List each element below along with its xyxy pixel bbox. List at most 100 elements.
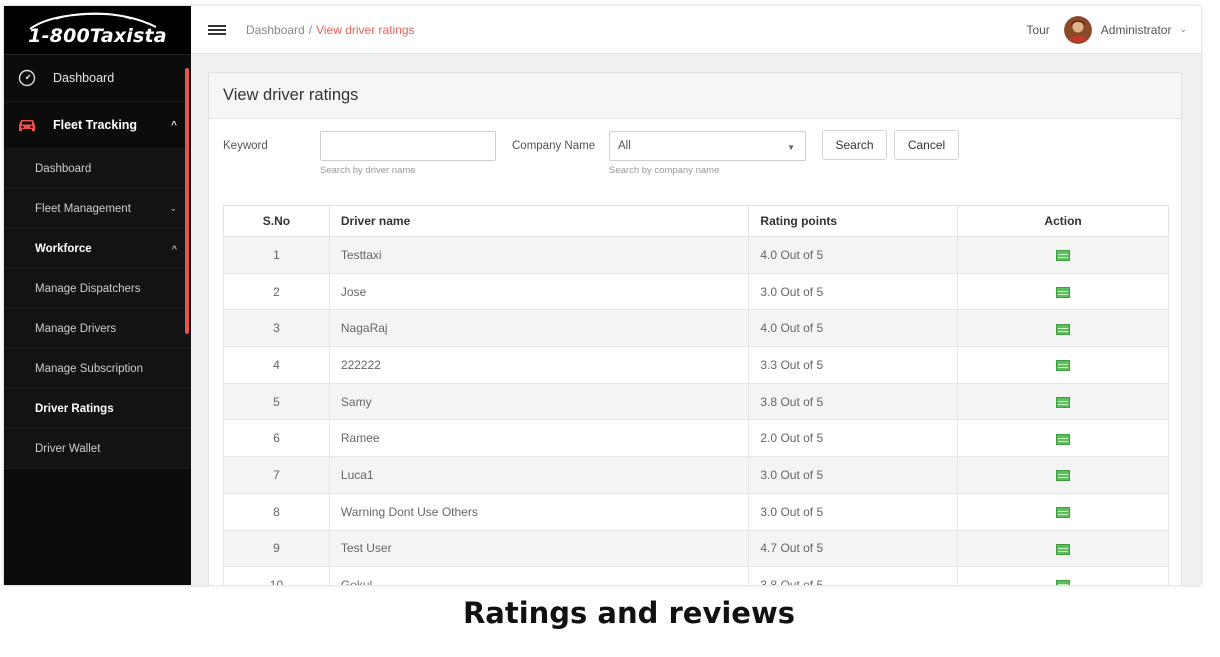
chevron-up-icon: ^ [171, 119, 177, 131]
cell-sno: 6 [223, 419, 330, 458]
keyword-label: Keyword [223, 140, 268, 152]
cell-driver-name: Warning Dont Use Others [328, 492, 750, 531]
cell-driver-name: Testtaxi [328, 236, 750, 274]
cell-rating: 3.3 Out of 5 [748, 346, 959, 384]
sidebar-subitem-label: Driver Wallet [35, 442, 101, 455]
sidebar-item-fleet-tracking[interactable]: Fleet Tracking ^ [4, 102, 191, 149]
sidebar-subitem-label: Fleet Management [35, 202, 131, 215]
cell-sno: 8 [223, 492, 330, 531]
cell-driver-name: Luca1 [328, 456, 750, 494]
cell-driver-name: NagaRaj [328, 309, 750, 348]
sidebar-scrollbar[interactable] [185, 68, 189, 334]
tour-link[interactable]: Tour [1026, 23, 1049, 37]
cell-driver-name: Test User [328, 529, 750, 568]
view-details-icon[interactable] [1056, 506, 1071, 518]
view-details-icon[interactable] [1056, 250, 1071, 262]
company-name-select[interactable]: All ▼ [609, 131, 806, 161]
keyword-help-text: Search by driver name [320, 165, 416, 176]
ratings-panel: View driver ratings Keyword Search by dr… [208, 72, 1182, 585]
cell-rating: 3.0 Out of 5 [748, 492, 959, 531]
search-button[interactable]: Search [822, 130, 887, 160]
brand-logo[interactable]: 1-800Taxista [4, 6, 191, 55]
view-details-icon[interactable] [1056, 580, 1071, 585]
company-selected-value: All [618, 140, 631, 152]
user-name[interactable]: Administrator [1101, 23, 1172, 37]
app-window: 1-800Taxista Dashboard Fleet Tracking ^ … [4, 6, 1201, 585]
table-row: 4 222222 3.3 Out of 5 [223, 346, 1169, 384]
sidebar-subitem-driver-ratings[interactable]: Driver Ratings [4, 389, 191, 429]
table-row: 7 Luca1 3.0 Out of 5 [223, 456, 1169, 494]
chevron-down-icon: ⌄ [169, 203, 177, 213]
table-row: 9 Test User 4.7 Out of 5 [223, 529, 1169, 568]
avatar[interactable] [1063, 15, 1092, 44]
sidebar-item-dashboard[interactable]: Dashboard [4, 55, 191, 102]
cell-rating: 2.0 Out of 5 [748, 419, 959, 458]
page-title: View driver ratings [209, 73, 1181, 119]
top-bar: Dashboard / View driver ratings Tour Admin… [191, 6, 1201, 54]
breadcrumb-current: View driver ratings [316, 22, 415, 37]
car-icon [16, 114, 38, 136]
cell-rating: 3.0 Out of 5 [748, 456, 959, 494]
table-row: 6 Ramee 2.0 Out of 5 [223, 419, 1169, 458]
speedometer-icon [16, 67, 38, 89]
view-details-icon[interactable] [1056, 323, 1071, 335]
cell-driver-name: Ramee [328, 419, 750, 458]
chevron-down-icon[interactable]: ⌄ [1179, 24, 1187, 35]
cell-driver-name: Jose [328, 272, 750, 311]
column-header-action: Action [957, 205, 1169, 237]
table-row: 8 Warning Dont Use Others 3.0 Out of 5 [223, 492, 1169, 531]
cell-rating: 3.0 Out of 5 [748, 272, 959, 311]
column-header-rating-points[interactable]: Rating points [748, 205, 959, 237]
sidebar-subitem-label: Manage Drivers [35, 322, 117, 335]
company-name-label: Company Name [512, 140, 596, 152]
cell-sno: 2 [223, 272, 330, 311]
view-details-icon[interactable] [1056, 396, 1071, 408]
cell-sno: 4 [223, 346, 330, 384]
cell-sno: 5 [223, 382, 330, 421]
cell-driver-name: 222222 [328, 346, 750, 384]
sidebar-subitem-manage-drivers[interactable]: Manage Drivers [4, 309, 191, 349]
cell-rating: 4.0 Out of 5 [748, 309, 959, 348]
caption: Ratings and reviews [462, 596, 796, 630]
breadcrumb: Dashboard / View driver ratings [246, 23, 415, 37]
table-header-row: S.No Driver name Rating points Action [223, 205, 1169, 237]
view-details-icon[interactable] [1056, 360, 1071, 372]
cell-sno: 1 [223, 236, 330, 274]
table-row: 1 Testtaxi 4.0 Out of 5 [223, 236, 1169, 274]
breadcrumb-dashboard-link[interactable]: Dashboard [246, 23, 305, 37]
cell-sno: 7 [223, 456, 330, 494]
user-area: Tour Administrator ⌄ [1026, 15, 1187, 44]
sidebar: 1-800Taxista Dashboard Fleet Tracking ^ … [4, 6, 191, 585]
sidebar-subitem-driver-wallet[interactable]: Driver Wallet [4, 429, 191, 469]
keyword-input[interactable] [320, 131, 496, 161]
cell-rating: 3.8 Out of 5 [748, 566, 959, 585]
table-row: 3 NagaRaj 4.0 Out of 5 [223, 309, 1169, 348]
view-details-icon[interactable] [1056, 433, 1071, 445]
cell-driver-name: Gokul [328, 566, 750, 585]
sidebar-subitem-label: Manage Subscription [35, 362, 144, 375]
column-header-sno[interactable]: S.No [223, 205, 330, 237]
sidebar-subitem-label: Dashboard [35, 162, 92, 175]
sidebar-subitem-manage-subscription[interactable]: Manage Subscription [4, 349, 191, 389]
view-details-icon[interactable] [1056, 286, 1071, 298]
sidebar-subitem-workforce[interactable]: Workforce ^ [4, 229, 191, 269]
view-details-icon[interactable] [1056, 470, 1071, 482]
hamburger-menu-icon[interactable] [208, 23, 226, 37]
cell-sno: 10 [223, 566, 330, 585]
ratings-table: S.No Driver name Rating points Action 1T… [223, 205, 1169, 585]
cancel-button[interactable]: Cancel [894, 130, 959, 160]
brand-logo-text: 1-800Taxista [28, 25, 167, 47]
caret-down-icon: ▼ [787, 143, 795, 152]
cell-rating: 4.7 Out of 5 [748, 529, 959, 568]
sidebar-subitem-label: Workforce [35, 242, 92, 255]
view-details-icon[interactable] [1056, 543, 1071, 555]
company-help-text: Search by company name [609, 165, 720, 176]
sidebar-subitem-dashboard[interactable]: Dashboard [4, 149, 191, 189]
sidebar-item-label: Dashboard [53, 71, 115, 85]
sidebar-subitem-manage-dispatchers[interactable]: Manage Dispatchers [4, 269, 191, 309]
table-row: 10Gokul3.8 Out of 5 [223, 566, 1169, 585]
sidebar-subitem-fleet-management[interactable]: Fleet Management ⌄ [4, 189, 191, 229]
sidebar-subitem-label: Driver Ratings [35, 402, 114, 415]
cell-rating: 3.8 Out of 5 [748, 382, 959, 421]
column-header-driver-name[interactable]: Driver name [328, 205, 750, 237]
